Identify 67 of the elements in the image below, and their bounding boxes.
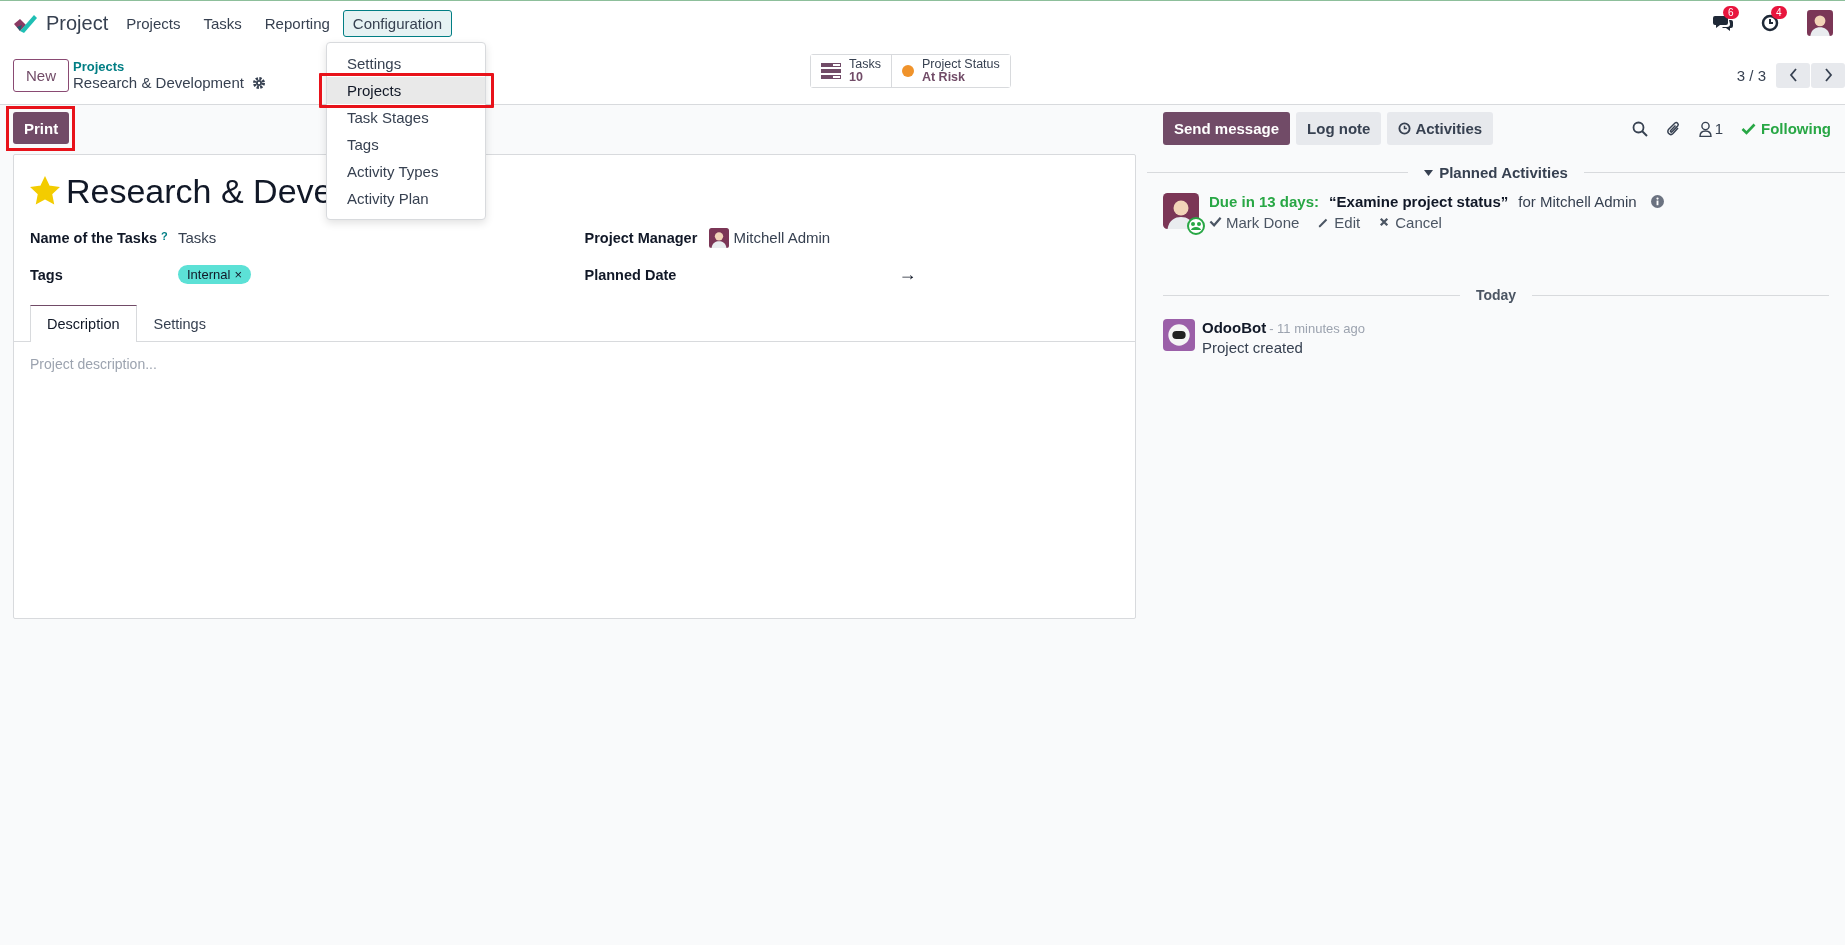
cancel-button[interactable]: Cancel (1378, 214, 1442, 231)
send-message-button[interactable]: Send message (1163, 112, 1291, 145)
field-label: Project Manager (584, 229, 699, 246)
edit-button[interactable]: Edit (1317, 214, 1361, 231)
log-note-button[interactable]: Log note (1296, 112, 1382, 145)
clock-icon[interactable] (1761, 14, 1779, 32)
date-separator: Today (1475, 287, 1517, 303)
paperclip-icon[interactable] (1665, 120, 1681, 137)
pager-counter: 3 / 3 (1736, 66, 1766, 84)
arrow-separator: → (898, 264, 917, 285)
clock-icon (1398, 122, 1412, 135)
previous-button[interactable] (1776, 62, 1810, 88)
menu-item[interactable]: Configuration (342, 9, 453, 37)
dropdown-item[interactable]: Settings (327, 50, 485, 77)
chevron-right-icon (1823, 68, 1833, 82)
bot-avatar-icon (1163, 319, 1195, 351)
field-label: Planned Date (584, 266, 678, 283)
dropdown-item[interactable]: Tags (327, 131, 485, 158)
message-author[interactable]: OdooBot (1202, 319, 1267, 336)
section-toggle[interactable]: Planned Activities (1424, 164, 1568, 181)
print-button[interactable]: Print (13, 112, 70, 144)
person-icon[interactable] (1698, 120, 1712, 137)
field-value: Mitchell Admin (733, 229, 831, 246)
dropdown-item[interactable]: Task Stages (327, 104, 485, 131)
user-avatar-icon[interactable] (1807, 10, 1833, 36)
search-icon[interactable] (1631, 120, 1648, 137)
menu-item[interactable]: Tasks (193, 9, 252, 37)
due-label: Due in 13 days: (1209, 193, 1320, 210)
menu-item[interactable]: Reporting (254, 9, 340, 37)
record-name: Research & Development (73, 75, 244, 91)
check-icon (1741, 122, 1756, 135)
next-button[interactable] (1811, 62, 1845, 88)
user-avatar-icon (708, 227, 729, 248)
user-avatar-icon (1163, 193, 1199, 229)
new-button[interactable]: New (13, 58, 69, 92)
chevron-left-icon (1788, 68, 1798, 82)
notification-badge: 4 (1771, 6, 1787, 19)
tasks-icon (821, 63, 841, 79)
dropdown-item[interactable]: Activity Types (327, 158, 485, 185)
notification-badge: 6 (1723, 6, 1739, 19)
gear-icon[interactable] (251, 76, 266, 90)
menu-item[interactable]: Projects (116, 9, 191, 37)
followers-count[interactable]: 1 (1714, 120, 1723, 137)
help-mark[interactable]: ? (161, 229, 168, 242)
mark-done-button[interactable]: Mark Done (1209, 214, 1300, 231)
assignee: for Mitchell Admin (1518, 193, 1637, 210)
tab[interactable]: Description (30, 305, 137, 342)
app-name[interactable]: Project (46, 11, 109, 35)
check-icon (1209, 216, 1222, 229)
message-time: - 11 minutes ago (1269, 321, 1366, 336)
field-value: Tasks (178, 229, 217, 246)
activity-summary: “Examine project status” (1329, 193, 1509, 210)
logo-icon[interactable] (12, 12, 38, 34)
caret-down-icon (1424, 169, 1434, 176)
dropdown-item[interactable]: Activity Plan (327, 185, 485, 212)
tag[interactable]: Internal × (178, 265, 251, 284)
dropdown-item[interactable]: Projects (327, 77, 485, 104)
star-icon[interactable] (30, 176, 60, 206)
info-icon[interactable] (1650, 195, 1664, 208)
message-body: Project created (1202, 339, 1304, 356)
field-label: Name of the Tasks $^{?}$ (30, 229, 169, 246)
breadcrumb-link[interactable]: Projects (73, 59, 266, 75)
tab[interactable]: Settings (136, 305, 223, 342)
field-label: Tags (30, 266, 64, 283)
activities-button[interactable]: Activities (1387, 112, 1494, 145)
chat-icon[interactable] (1713, 14, 1733, 32)
stat-button[interactable]: Project Status At Risk (890, 55, 1010, 87)
